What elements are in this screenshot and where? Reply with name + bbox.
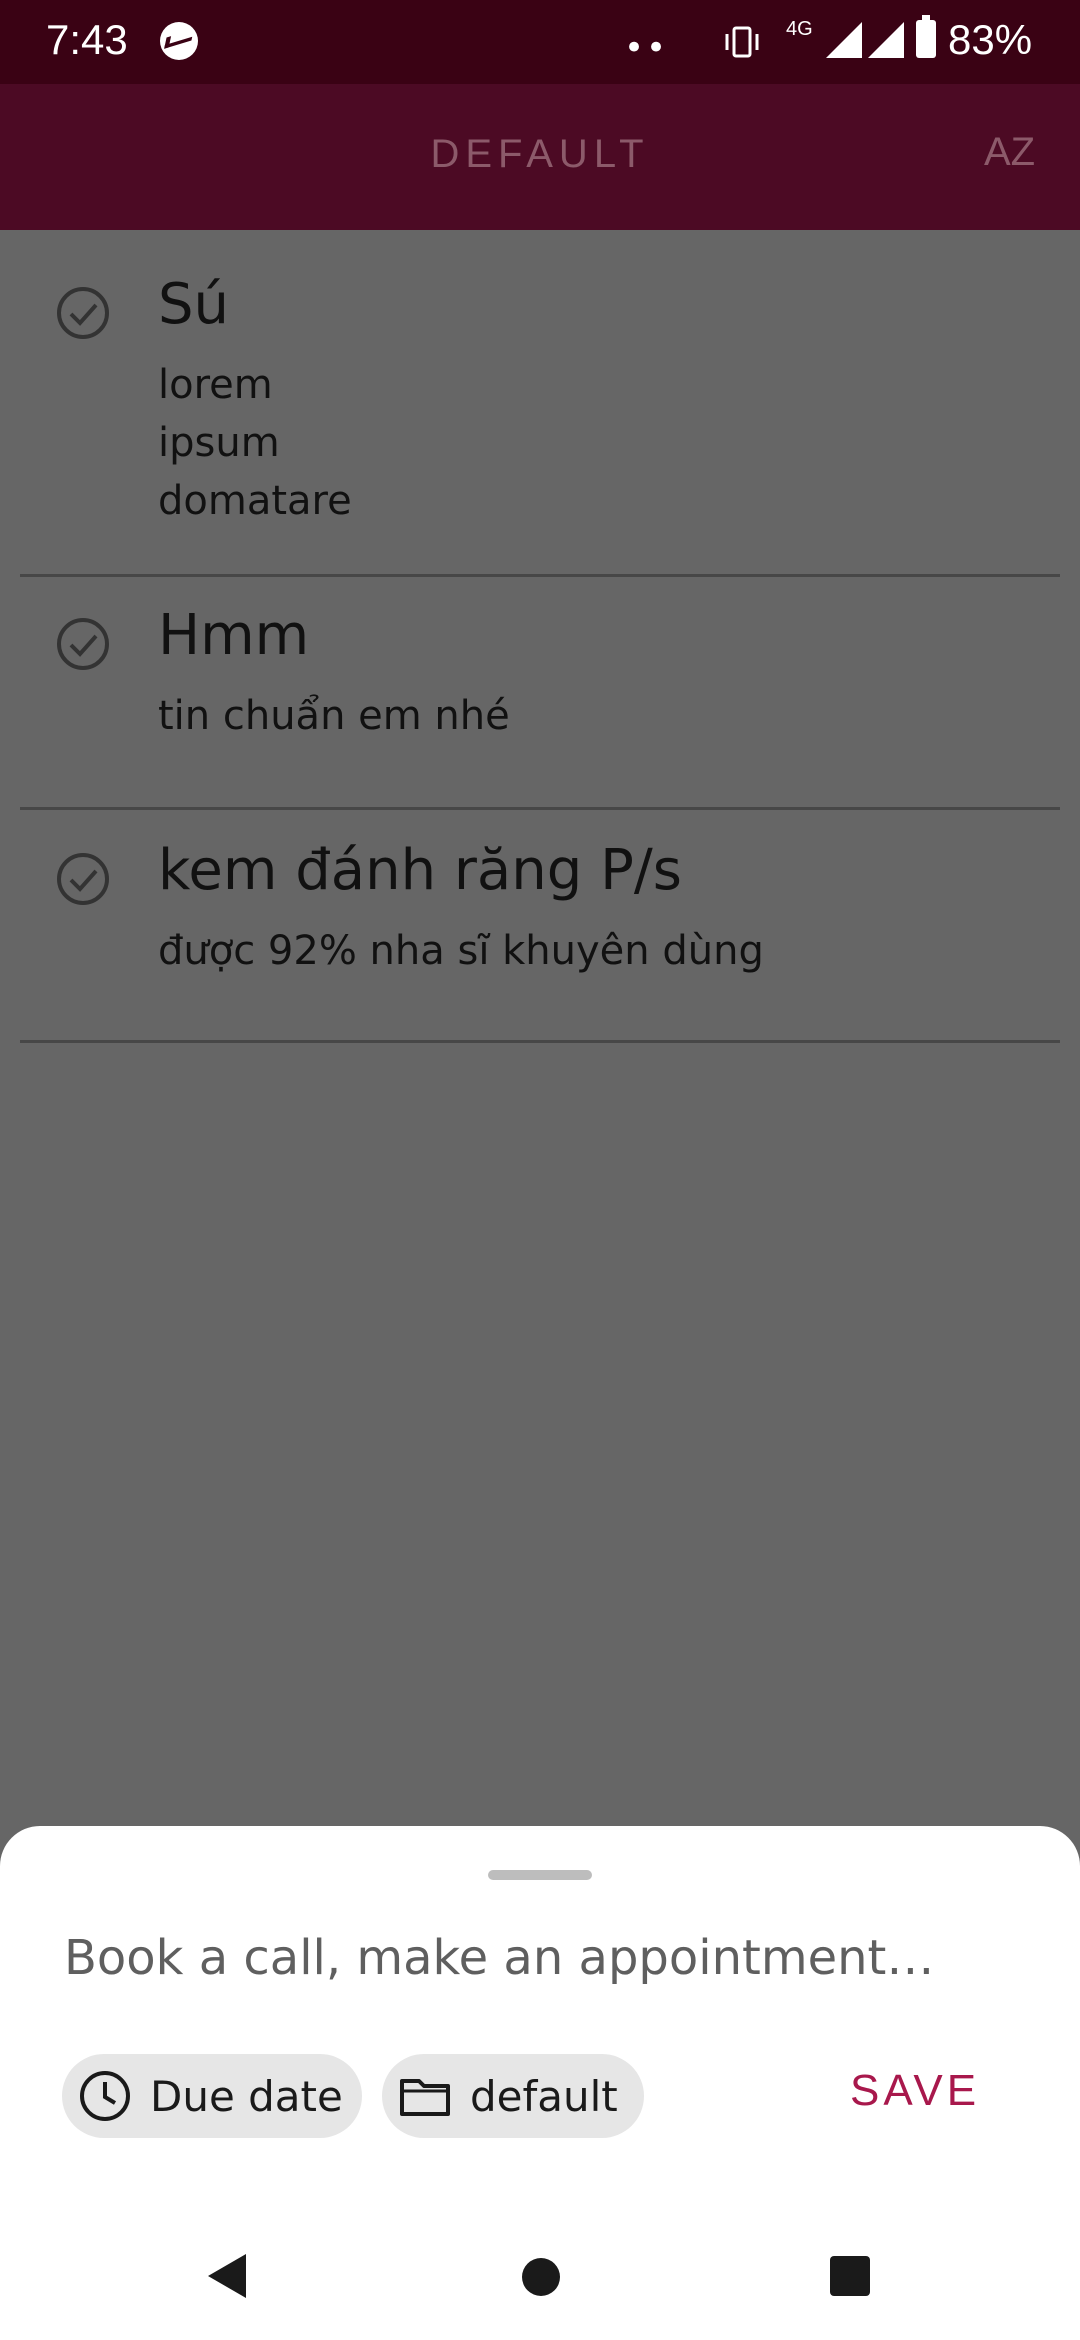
drag-handle[interactable] <box>488 1870 592 1880</box>
signal-icon <box>868 22 904 58</box>
network-type: 4G <box>786 18 813 40</box>
navigation-bar <box>0 2230 1080 2340</box>
check-circle-icon[interactable] <box>56 286 110 340</box>
sort-az-icon: AZ <box>984 130 1036 174</box>
due-date-label: Due date <box>150 2071 343 2121</box>
back-icon[interactable] <box>206 2252 248 2300</box>
battery-icon <box>916 15 936 58</box>
status-time: 7:43 <box>46 16 128 63</box>
list-title: DEFAULT <box>430 132 650 176</box>
task-notes: được 92% nha sĩ khuyên dùng <box>158 928 764 974</box>
messenger-icon <box>160 22 198 60</box>
task-item[interactable]: kem đánh răng P/s được 92% nha sĩ khuyên… <box>20 810 1060 1043</box>
battery-percent: 83% <box>948 16 1033 63</box>
task-notes: tin chuẩn em nhé <box>158 693 510 739</box>
recent-apps-icon[interactable] <box>830 2256 870 2296</box>
status-bar: 7:43 •• 4G 83% <box>0 0 1080 84</box>
check-circle-icon[interactable] <box>56 852 110 906</box>
app-bar: DEFAULT AZ <box>0 84 1080 230</box>
folder-icon <box>400 2079 450 2116</box>
signal-icon <box>826 22 862 58</box>
sort-az-button[interactable]: AZ <box>984 130 1044 184</box>
task-title-input[interactable] <box>64 1918 1004 1998</box>
task-title: Hmm <box>158 603 310 668</box>
list-label: default <box>470 2071 618 2121</box>
task-title: Sú <box>158 272 230 337</box>
task-item[interactable]: Hmm tin chuẩn em nhé <box>20 577 1060 810</box>
home-icon[interactable] <box>522 2258 560 2296</box>
task-title: kem đánh răng P/s <box>158 838 682 903</box>
notification-dots: •• <box>624 28 669 68</box>
clock-icon <box>80 2071 130 2121</box>
list-chip[interactable]: default <box>382 2054 644 2138</box>
save-button[interactable]: SAVE <box>850 2066 980 2116</box>
due-date-chip[interactable]: Due date <box>62 2054 362 2138</box>
task-item[interactable]: Sú lorem ipsum domatare <box>20 230 1060 577</box>
task-notes: lorem ipsum domatare <box>158 362 352 524</box>
vibrate-icon <box>725 26 759 58</box>
check-circle-icon[interactable] <box>56 617 110 671</box>
